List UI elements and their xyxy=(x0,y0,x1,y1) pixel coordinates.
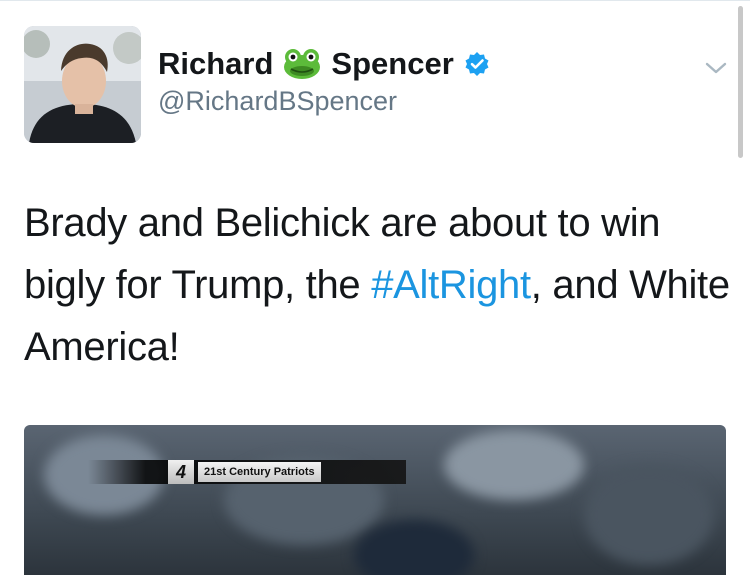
top-divider xyxy=(0,0,750,1)
scrollbar[interactable] xyxy=(738,6,743,158)
avatar[interactable] xyxy=(24,26,141,143)
player-figure xyxy=(354,520,474,575)
tweet-media-image[interactable]: 4 21st Century Patriots xyxy=(24,425,726,575)
crowd-background xyxy=(444,430,584,500)
overlay-label: 21st Century Patriots xyxy=(198,462,321,482)
crowd-background xyxy=(584,465,714,565)
display-name[interactable]: Richard Spencer xyxy=(158,40,490,88)
chevron-down-icon[interactable] xyxy=(702,54,730,82)
user-handle[interactable]: @RichardBSpencer xyxy=(158,86,397,117)
profile-photo xyxy=(24,26,141,143)
hashtag-link[interactable]: #AltRight xyxy=(371,263,531,307)
overlay-number: 4 xyxy=(168,460,194,484)
display-name-first: Richard xyxy=(158,46,274,81)
verified-badge-icon xyxy=(464,51,490,77)
tweet-text: Brady and Belichick are about to win big… xyxy=(24,192,730,378)
display-name-last: Spencer xyxy=(331,46,454,81)
frog-face-icon xyxy=(283,48,321,80)
tv-score-overlay: 4 21st Century Patriots xyxy=(88,460,406,484)
